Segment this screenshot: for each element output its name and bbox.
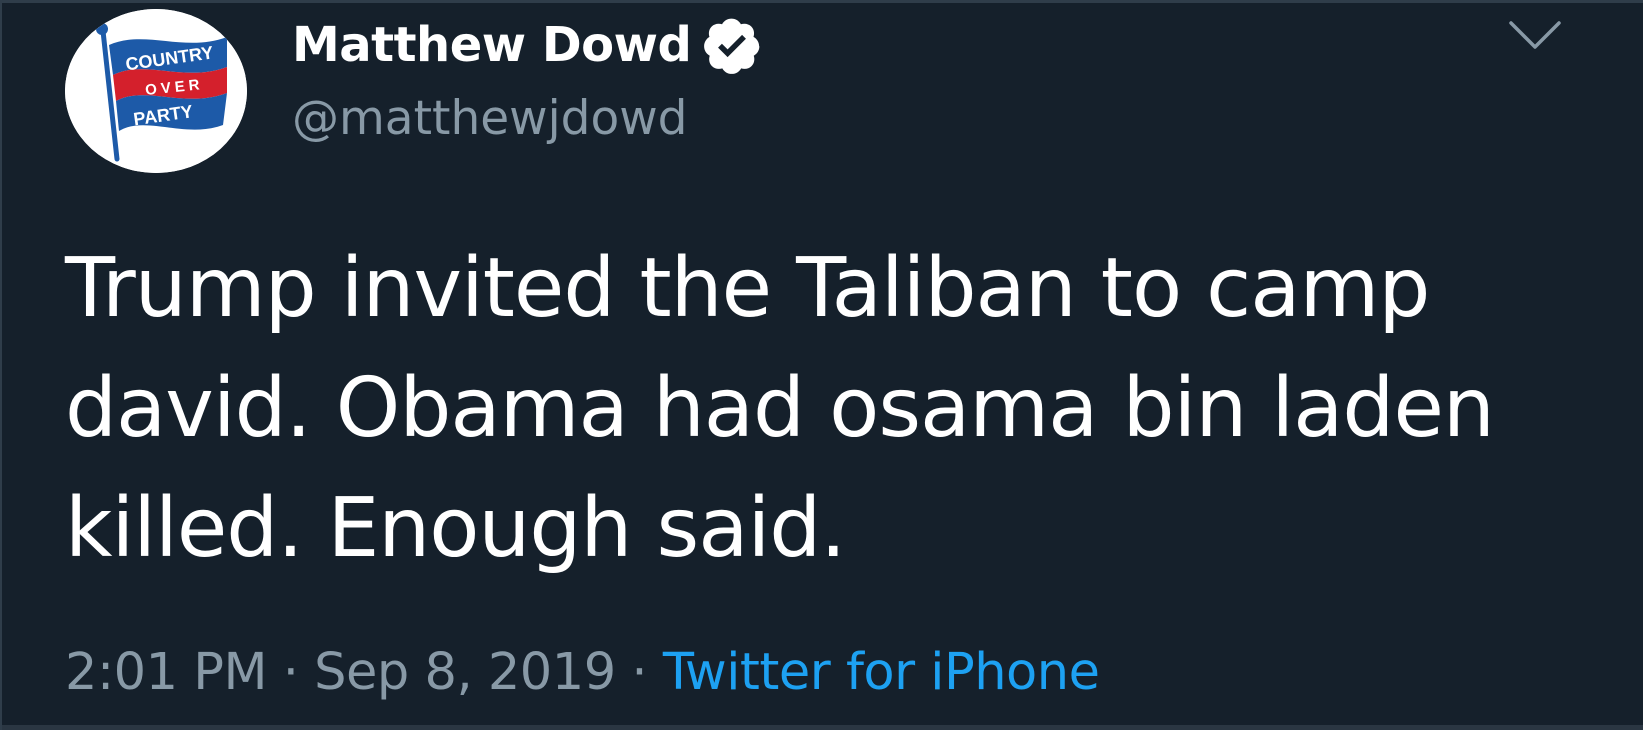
- meta-separator: ·: [282, 643, 299, 702]
- tweet-metadata: 2:01 PM · Sep 8, 2019 · Twitter for iPho…: [65, 643, 1100, 702]
- verified-badge-icon: [704, 18, 760, 74]
- tweet-text: Trump invited the Taliban to camp david.…: [65, 241, 1495, 576]
- bottom-scroll-strip: [2, 725, 1643, 730]
- tweet-time[interactable]: 2:01 PM: [65, 643, 268, 702]
- avatar[interactable]: COUNTRY OVER PARTY: [65, 9, 247, 173]
- author-display-name[interactable]: Matthew Dowd: [292, 17, 692, 73]
- country-over-party-flag-icon: COUNTRY OVER PARTY: [65, 9, 247, 173]
- chevron-down-icon[interactable]: [1507, 17, 1563, 53]
- author-name-row: Matthew Dowd: [292, 13, 763, 77]
- tweet-card: COUNTRY OVER PARTY Matthew Dowd @matthew…: [0, 0, 1643, 730]
- tweet-date[interactable]: Sep 8, 2019: [314, 643, 616, 702]
- author-handle[interactable]: @matthewjdowd: [292, 91, 688, 146]
- tweet-source-link[interactable]: Twitter for iPhone: [663, 643, 1100, 702]
- meta-separator: ·: [631, 643, 648, 702]
